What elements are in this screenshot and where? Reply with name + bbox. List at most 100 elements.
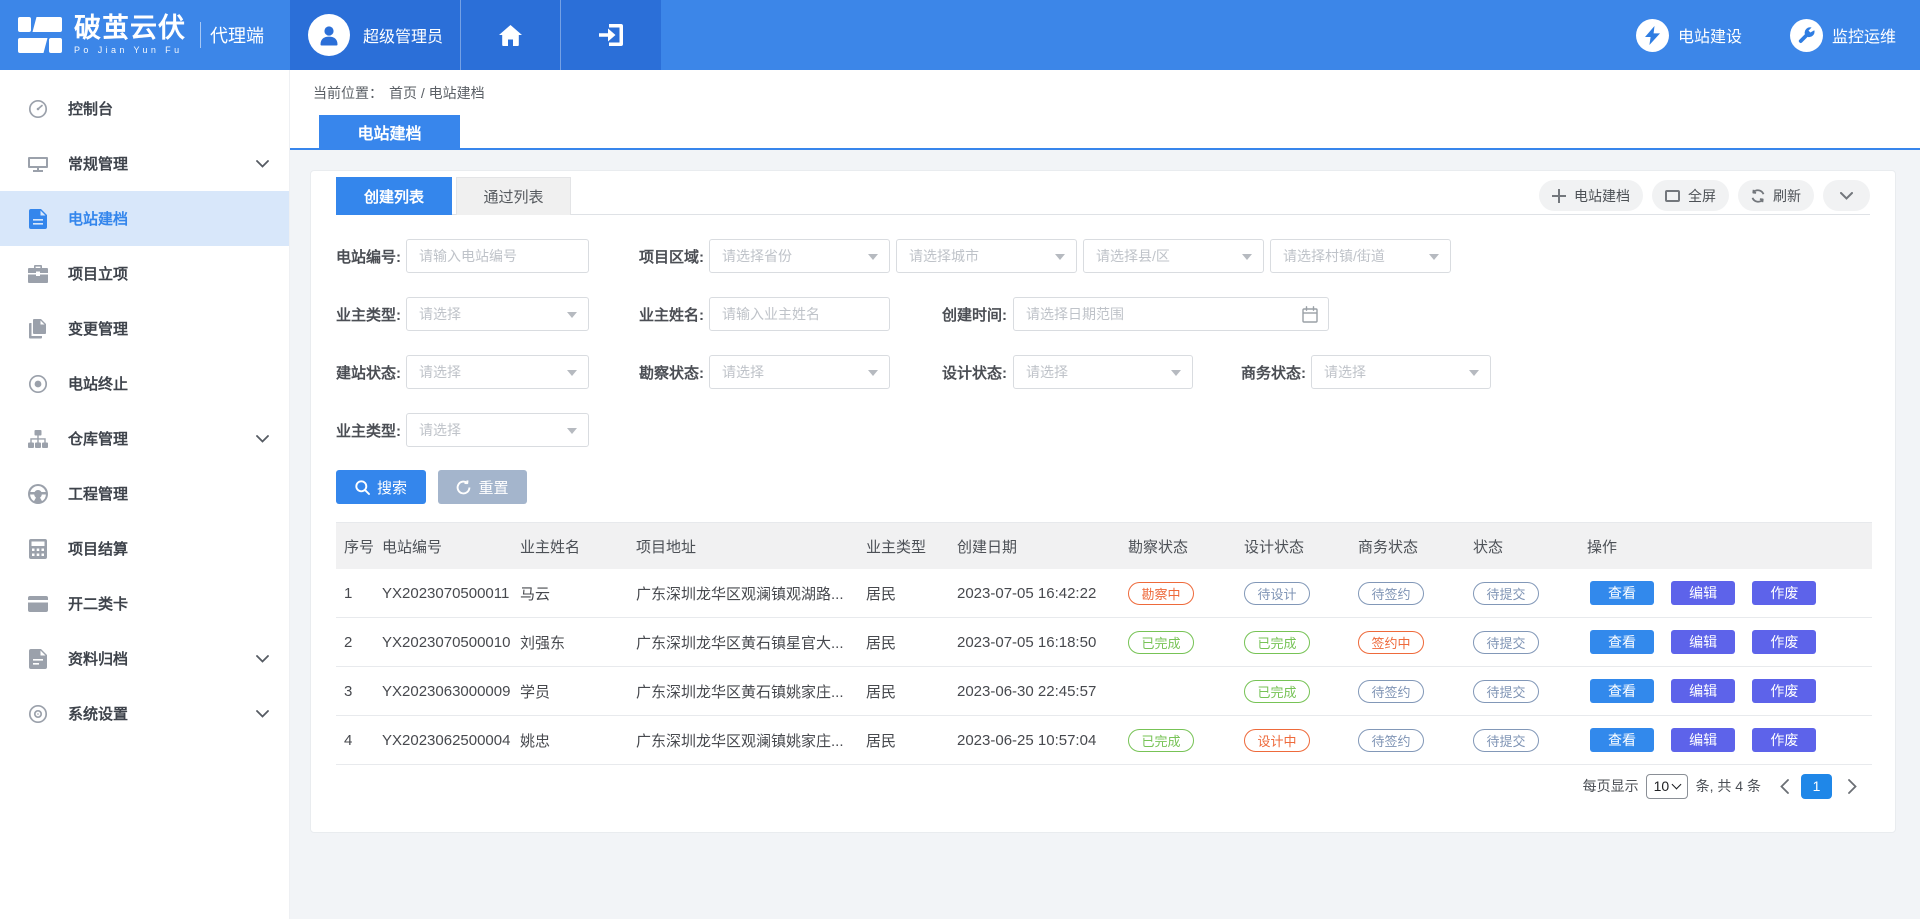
reset-button[interactable]: 重置 bbox=[438, 470, 527, 504]
user-name: 超级管理员 bbox=[363, 23, 443, 47]
breadcrumb-path[interactable]: 首页 / 电站建档 bbox=[389, 85, 485, 101]
edit-button[interactable]: 编辑 bbox=[1671, 679, 1735, 703]
chevron-down-icon bbox=[256, 160, 269, 168]
view-button[interactable]: 查看 bbox=[1590, 630, 1654, 654]
province-select[interactable]: 请选择省份 bbox=[709, 239, 890, 273]
briefcase-icon bbox=[28, 264, 48, 284]
sidebar-item-project-initiation[interactable]: 项目立项 bbox=[0, 246, 289, 301]
cell-address: 广东深圳龙华区观澜镇观湖路... bbox=[628, 583, 858, 604]
sidebar-item-general-mgmt[interactable]: 常规管理 bbox=[0, 136, 289, 191]
user-menu[interactable]: 超级管理员 bbox=[290, 0, 461, 70]
cell-created: 2023-07-05 16:18:50 bbox=[949, 634, 1120, 651]
filter-label-create-time: 创建时间: bbox=[941, 304, 1013, 325]
cell-actions: 查看 编辑 作废 bbox=[1579, 728, 1872, 752]
biz-status-select[interactable]: 请选择 bbox=[1311, 355, 1491, 389]
fullscreen-icon bbox=[1665, 190, 1680, 202]
topbar-right: 电站建设 监控运维 bbox=[1636, 0, 1920, 70]
refresh-button[interactable]: 刷新 bbox=[1738, 180, 1814, 211]
filter-label-owner-name: 业主姓名: bbox=[639, 304, 709, 325]
void-button[interactable]: 作废 bbox=[1752, 679, 1816, 703]
module-station-build[interactable]: 电站建设 bbox=[1636, 19, 1742, 52]
city-select[interactable]: 请选择城市 bbox=[896, 239, 1077, 273]
tab-passed-list[interactable]: 通过列表 bbox=[456, 177, 571, 215]
next-page-button[interactable] bbox=[1848, 779, 1857, 794]
panel-header: 创建列表 通过列表 电站建档 全屏 bbox=[336, 177, 1870, 215]
owner-name-input[interactable] bbox=[709, 297, 890, 331]
sidebar-item-engineering-mgmt[interactable]: 工程管理 bbox=[0, 466, 289, 521]
sidebar-item-project-settlement[interactable]: 项目结算 bbox=[0, 521, 289, 576]
sidebar-item-station-termination[interactable]: 电站终止 bbox=[0, 356, 289, 411]
wrench-icon bbox=[1790, 19, 1823, 52]
county-select[interactable]: 请选择县/区 bbox=[1083, 239, 1264, 273]
current-page[interactable]: 1 bbox=[1801, 774, 1832, 799]
cell-owner-type: 居民 bbox=[858, 681, 949, 702]
date-range-placeholder: 请选择日期范围 bbox=[1026, 304, 1124, 324]
search-button-label: 搜索 bbox=[377, 477, 407, 498]
prev-page-button[interactable] bbox=[1780, 779, 1789, 794]
col-header-created: 创建日期 bbox=[949, 536, 1120, 557]
cell-actions: 查看 编辑 作废 bbox=[1579, 630, 1872, 654]
void-button[interactable]: 作废 bbox=[1752, 728, 1816, 752]
cell-index: 3 bbox=[336, 683, 374, 700]
sidebar-item-warehouse-mgmt[interactable]: 仓库管理 bbox=[0, 411, 289, 466]
sidebar-item-change-mgmt[interactable]: 变更管理 bbox=[0, 301, 289, 356]
void-button[interactable]: 作废 bbox=[1752, 630, 1816, 654]
module-monitor-ops-label: 监控运维 bbox=[1832, 23, 1896, 47]
copy-icon bbox=[28, 319, 48, 339]
calendar-icon bbox=[1302, 306, 1318, 326]
tab-create-list[interactable]: 创建列表 bbox=[336, 177, 452, 215]
filter-label-owner-type2: 业主类型: bbox=[336, 420, 406, 441]
cell-owner-type: 居民 bbox=[858, 583, 949, 604]
page-tab-station-archive[interactable]: 电站建档 bbox=[319, 115, 460, 148]
cell-actions: 查看 编辑 作废 bbox=[1579, 581, 1872, 605]
create-station-label: 电站建档 bbox=[1574, 186, 1630, 206]
cell-design: 待设计 bbox=[1236, 582, 1350, 605]
town-select[interactable]: 请选择村镇/街道 bbox=[1270, 239, 1451, 273]
collapse-button[interactable] bbox=[1823, 180, 1870, 211]
survey-status-select[interactable]: 请选择 bbox=[709, 355, 890, 389]
module-station-build-label: 电站建设 bbox=[1678, 23, 1742, 47]
fullscreen-button[interactable]: 全屏 bbox=[1652, 180, 1729, 211]
create-station-button[interactable]: 电站建档 bbox=[1539, 180, 1643, 211]
table-row: 1 YX2023070500011 马云 广东深圳龙华区观澜镇观湖路... 居民… bbox=[336, 569, 1872, 618]
edit-button[interactable]: 编辑 bbox=[1671, 581, 1735, 605]
design-status-select[interactable]: 请选择 bbox=[1013, 355, 1193, 389]
filter-label-owner-type: 业主类型: bbox=[336, 304, 406, 325]
view-button[interactable]: 查看 bbox=[1590, 581, 1654, 605]
status-badge: 待提交 bbox=[1473, 631, 1539, 654]
cell-actions: 查看 编辑 作废 bbox=[1579, 679, 1872, 703]
view-button[interactable]: 查看 bbox=[1590, 728, 1654, 752]
table-header: 序号 电站编号 业主姓名 项目地址 业主类型 创建日期 勘察状态 设计状态 商务… bbox=[336, 522, 1872, 569]
void-button[interactable]: 作废 bbox=[1752, 581, 1816, 605]
sidebar-item-station-archive[interactable]: 电站建档 bbox=[0, 191, 289, 246]
filter-row-2: 业主类型: 请选择 业主姓名: 创建时间: 请选择日期范围 bbox=[336, 297, 1870, 331]
col-header-business: 商务状态 bbox=[1350, 536, 1465, 557]
edit-button[interactable]: 编辑 bbox=[1671, 630, 1735, 654]
edit-button[interactable]: 编辑 bbox=[1671, 728, 1735, 752]
cell-survey: 已完成 bbox=[1120, 729, 1236, 752]
logout-button[interactable] bbox=[561, 0, 661, 70]
sidebar-item-console[interactable]: 控制台 bbox=[0, 81, 289, 136]
filter-label-survey-status: 勘察状态: bbox=[639, 362, 709, 383]
sidebar-item-data-archive[interactable]: 资料归档 bbox=[0, 631, 289, 686]
cell-index: 4 bbox=[336, 732, 374, 749]
build-status-select[interactable]: 请选择 bbox=[406, 355, 589, 389]
chevron-down-icon bbox=[256, 655, 269, 663]
module-monitor-ops[interactable]: 监控运维 bbox=[1790, 19, 1896, 52]
cell-owner-name: 姚忠 bbox=[512, 730, 628, 751]
brand-logo-icon bbox=[18, 17, 62, 53]
date-range-input[interactable]: 请选择日期范围 bbox=[1013, 297, 1329, 331]
sidebar-item-open-type2-card[interactable]: 开二类卡 bbox=[0, 576, 289, 631]
owner-type-select[interactable]: 请选择 bbox=[406, 297, 589, 331]
home-button[interactable] bbox=[461, 0, 561, 70]
sidebar-item-system-settings[interactable]: 系统设置 bbox=[0, 686, 289, 741]
owner-type2-select[interactable]: 请选择 bbox=[406, 413, 589, 447]
col-header-actions: 操作 bbox=[1579, 536, 1872, 557]
cell-owner-name: 马云 bbox=[512, 583, 628, 604]
cell-station-code: YX2023063000009 bbox=[374, 683, 512, 700]
cell-created: 2023-06-25 10:57:04 bbox=[949, 732, 1120, 749]
view-button[interactable]: 查看 bbox=[1590, 679, 1654, 703]
station-code-input[interactable] bbox=[406, 239, 589, 273]
search-button[interactable]: 搜索 bbox=[336, 470, 426, 504]
per-page-select[interactable]: 10 bbox=[1646, 774, 1688, 799]
